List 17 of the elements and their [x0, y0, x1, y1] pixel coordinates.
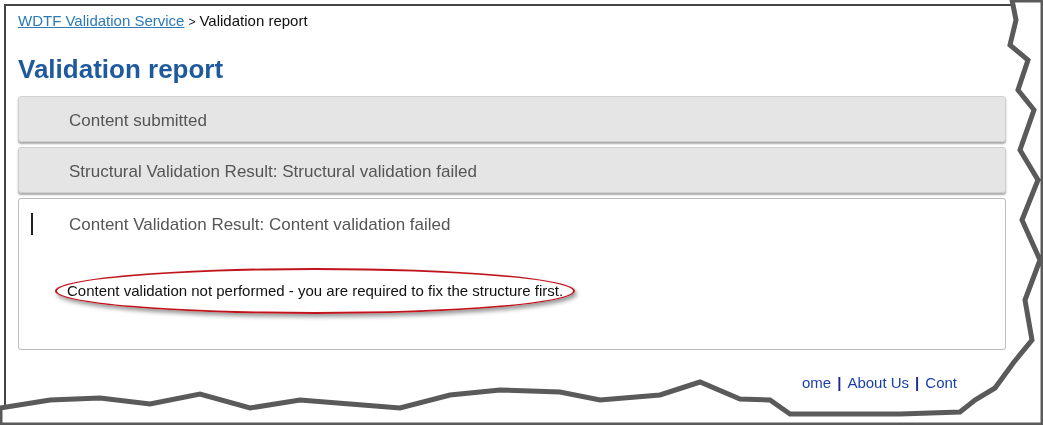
section-header[interactable]: Structural Validation Result: Structural validation failed — [18, 147, 1006, 193]
footer-separator: | — [837, 373, 842, 393]
expanded-section[interactable]: Content Validation Result: Content validation failed Content validation not performed - you are required to fix the structure first. — [18, 198, 1006, 350]
breadcrumb-current: Validation report — [199, 11, 308, 31]
section-header[interactable]: Content submitted — [18, 96, 1006, 142]
section-title: Structural Validation Result: Structural validation failed — [69, 161, 477, 183]
section-title: Content Validation Result: Content validation failed — [69, 214, 451, 236]
footer-separator: | — [915, 373, 920, 393]
message-text: Content validation not performed - you are required to fix the structure first. — [67, 281, 564, 299]
section-title: Content submitted — [69, 110, 207, 132]
footer-link[interactable]: About Us — [847, 372, 910, 395]
page-title: Validation report — [18, 56, 225, 82]
footer-link[interactable]: ome — [802, 372, 832, 395]
footer-link[interactable]: Cont — [925, 372, 957, 395]
breadcrumb-link[interactable]: WDTF Validation Service — [18, 10, 185, 33]
breadcrumb-separator: > — [188, 14, 196, 31]
text-cursor-icon — [31, 213, 33, 235]
